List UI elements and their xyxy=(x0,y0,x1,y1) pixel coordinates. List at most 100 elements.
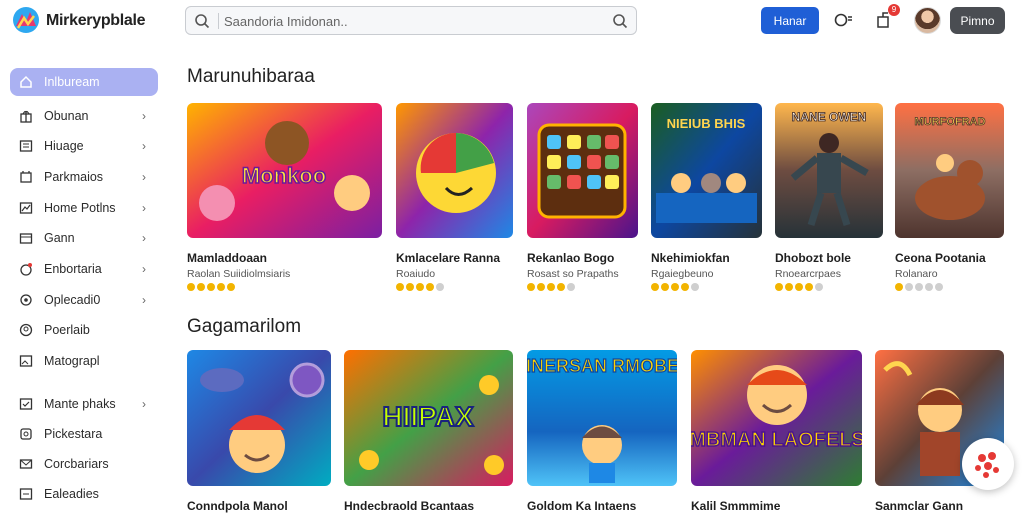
star-filled-icon xyxy=(775,283,783,291)
list-icon xyxy=(18,486,34,502)
game-card[interactable]: HIIPAX Hndecbraold Bcantaas xyxy=(344,350,513,513)
rating-stars xyxy=(396,283,513,291)
card-title: Conndpola Manol xyxy=(187,499,288,513)
game-card[interactable]: MURFOFRAD Ceona Pootania Rolanaro xyxy=(895,103,1004,291)
star-empty-icon xyxy=(815,283,823,291)
rating-stars xyxy=(187,283,382,291)
section-title: Gagamarilom xyxy=(187,316,302,337)
brand-name[interactable]: Mirkerypblale xyxy=(46,12,146,30)
search-divider xyxy=(218,13,219,29)
card-subtitle: Rnoearcrpaes xyxy=(775,268,841,280)
sidebar-item-user[interactable]: Poerlaib xyxy=(10,316,158,344)
card-title: Sanmclar Gann xyxy=(875,499,964,513)
game-thumbnail[interactable] xyxy=(527,103,638,238)
primary-button[interactable]: Hanar xyxy=(761,7,819,34)
game-card[interactable]: NINERSAN RMOBES Goldom Ka Intaens xyxy=(512,350,692,513)
search-bar[interactable] xyxy=(185,6,637,35)
sidebar-item-list[interactable]: Ealeadies xyxy=(10,480,158,508)
thumbnail-art-text: MURFOFRAD xyxy=(915,116,986,128)
section-title: Marunuhibaraa xyxy=(187,66,315,87)
star-empty-icon xyxy=(905,283,913,291)
search-submit-icon[interactable] xyxy=(612,13,628,29)
sidebar-item-check[interactable]: Mante phaks › xyxy=(10,390,158,418)
sidebar-item-gift[interactable]: Obunan › xyxy=(10,102,158,130)
star-icon xyxy=(18,426,34,442)
home-icon xyxy=(18,74,34,90)
sidebar-item-label: Mante phaks xyxy=(44,397,116,411)
star-filled-icon xyxy=(785,283,793,291)
avatar[interactable] xyxy=(914,7,941,34)
gamepad-icon xyxy=(18,230,34,246)
sidebar-item-label: Hiuage xyxy=(44,139,84,153)
star-filled-icon xyxy=(416,283,424,291)
sidebar-item-label: Inlbuream xyxy=(44,75,100,89)
card-subtitle: Rosast so Prapaths xyxy=(527,268,619,280)
game-thumbnail[interactable]: NANE OWEN xyxy=(775,103,883,238)
bell-icon xyxy=(18,261,34,277)
game-thumbnail[interactable] xyxy=(396,103,513,238)
sidebar-item-star[interactable]: Pickestara xyxy=(10,420,158,448)
account-button[interactable]: Pimno xyxy=(950,7,1005,34)
mail-icon xyxy=(18,456,34,472)
thumbnail-art-text: HIIPAX xyxy=(382,401,474,432)
star-filled-icon xyxy=(661,283,669,291)
rating-stars xyxy=(527,283,638,291)
brand-logo-icon[interactable] xyxy=(12,6,40,34)
star-empty-icon xyxy=(935,283,943,291)
game-card[interactable]: NIEIUB BHIS Nkehimiokfan Rgaiegbeuno xyxy=(651,103,762,291)
card-title: Kalil Smmmime xyxy=(691,499,781,513)
game-thumbnail[interactable]: MBMAN LAOFELS xyxy=(688,350,866,486)
sidebar-item-bell[interactable]: Enbortaria › xyxy=(10,255,158,283)
notification-icon[interactable]: 9 xyxy=(872,4,900,32)
toggle-icon[interactable] xyxy=(832,8,856,32)
sidebar-item-label: Enbortaria xyxy=(44,262,102,276)
check-icon xyxy=(18,396,34,412)
rating-stars xyxy=(651,283,762,291)
game-card[interactable]: Conndpola Manol xyxy=(187,350,331,513)
search-input[interactable] xyxy=(224,11,584,31)
star-filled-icon xyxy=(217,283,225,291)
game-thumbnail[interactable]: Monkoo xyxy=(187,103,382,238)
game-card[interactable]: Rekanlao Bogo Rosast so Prapaths xyxy=(527,103,638,291)
search-icon[interactable] xyxy=(194,13,210,29)
sidebar-item-image[interactable]: Hiuage › xyxy=(10,132,158,160)
star-filled-icon xyxy=(805,283,813,291)
sidebar-item-gamepad[interactable]: Gann › xyxy=(10,224,158,252)
sidebar-item-settings[interactable]: Oplecadi0 › xyxy=(10,286,158,314)
star-filled-icon xyxy=(426,283,434,291)
thumbnail-art-text: MBMAN LAOFELS xyxy=(691,429,862,451)
sidebar-item-mail[interactable]: Corcbariars xyxy=(10,450,158,478)
star-filled-icon xyxy=(895,283,903,291)
card-title: Hndecbraold Bcantaas xyxy=(344,499,475,513)
game-thumbnail[interactable]: NINERSAN RMOBES xyxy=(512,350,692,486)
game-card[interactable]: Kmlacelare Ranna Roaiudo xyxy=(396,103,513,291)
sidebar-item-photo[interactable]: Matograpl xyxy=(10,347,158,375)
settings-icon xyxy=(18,292,34,308)
thumbnail-art-text: NIEIUB BHIS xyxy=(667,116,746,131)
dots-icon xyxy=(975,452,999,478)
star-empty-icon xyxy=(925,283,933,291)
sidebar-item-chart[interactable]: Home Potlns › xyxy=(10,194,158,222)
game-thumbnail[interactable]: MURFOFRAD xyxy=(895,103,1004,238)
star-empty-icon xyxy=(436,283,444,291)
star-filled-icon xyxy=(227,283,235,291)
game-thumbnail[interactable] xyxy=(187,350,331,486)
game-thumbnail[interactable]: HIIPAX xyxy=(344,350,513,486)
card-title: Dhobozt bole xyxy=(775,251,851,265)
game-card[interactable]: NANE OWEN Dhobozt bole Rnoearcrpaes xyxy=(775,103,883,291)
sidebar: Inlbuream Obunan › Hiuage › Parkmaios › … xyxy=(0,60,170,512)
card-title: Nkehimiokfan xyxy=(651,251,730,265)
floating-action-button[interactable] xyxy=(962,438,1014,490)
bookmark-icon xyxy=(18,169,34,185)
sidebar-item-label: Corcbariars xyxy=(44,457,109,471)
game-card[interactable]: Monkoo Mamladdoaan Raolan Suiidiolmsiari… xyxy=(187,103,382,291)
card-title: Goldom Ka Intaens xyxy=(527,499,637,513)
star-filled-icon xyxy=(207,283,215,291)
thumbnail-art-text: Monkoo xyxy=(242,163,326,188)
sidebar-item-home[interactable]: Inlbuream xyxy=(10,68,158,96)
sidebar-item-bookmark[interactable]: Parkmaios › xyxy=(10,163,158,191)
sidebar-item-label: Poerlaib xyxy=(44,323,90,337)
game-thumbnail[interactable]: NIEIUB BHIS xyxy=(651,103,762,238)
chevron-right-icon: › xyxy=(142,231,146,245)
game-card[interactable]: MBMAN LAOFELS Kalil Smmmime xyxy=(688,350,866,513)
